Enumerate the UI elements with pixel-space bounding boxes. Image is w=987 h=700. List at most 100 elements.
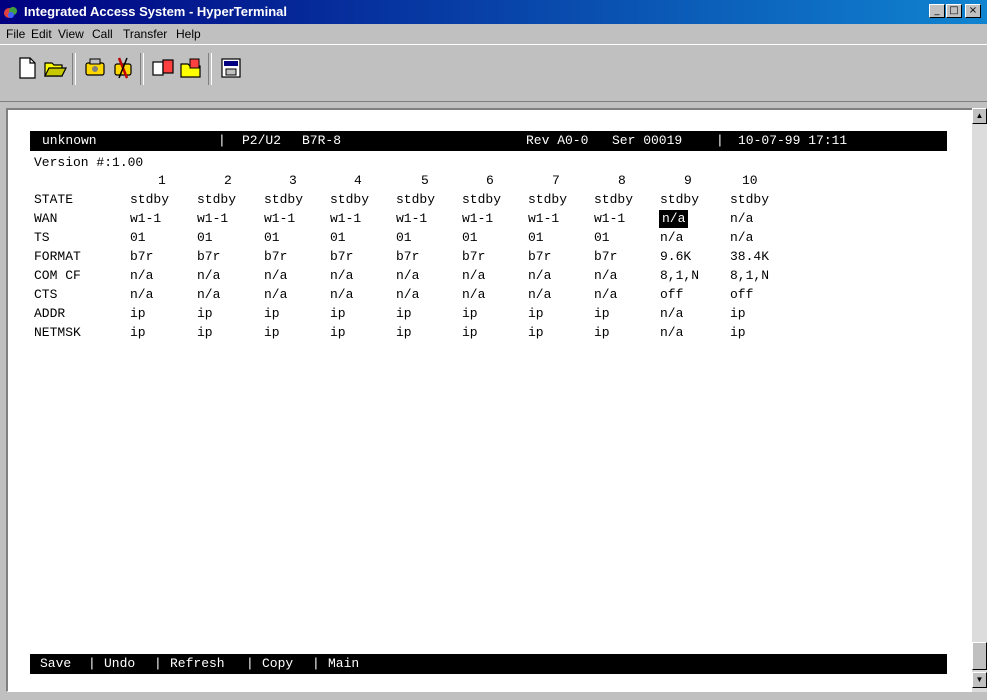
send-icon[interactable] xyxy=(150,55,176,81)
addr-cell[interactable]: ip xyxy=(330,305,346,323)
netmsk-cell[interactable]: ip xyxy=(197,324,213,342)
state-cell[interactable]: stdby xyxy=(660,191,699,209)
com-cf-cell[interactable]: 8,1,N xyxy=(730,267,769,285)
state-cell[interactable]: stdby xyxy=(130,191,169,209)
ts-cell[interactable]: 01 xyxy=(462,229,478,247)
ts-cell[interactable]: 01 xyxy=(130,229,146,247)
cts-cell[interactable]: n/a xyxy=(396,286,419,304)
ts-cell[interactable]: 01 xyxy=(197,229,213,247)
save-command[interactable]: Save xyxy=(40,654,71,674)
state-cell[interactable]: stdby xyxy=(197,191,236,209)
wan-cell[interactable]: w1-1 xyxy=(130,210,161,228)
wan-cell[interactable]: w1-1 xyxy=(330,210,361,228)
main-command[interactable]: Main xyxy=(328,654,359,674)
refresh-command[interactable]: Refresh xyxy=(170,654,225,674)
scroll-thumb[interactable] xyxy=(972,642,987,670)
format-cell[interactable]: b7r xyxy=(462,248,485,266)
com-cf-cell[interactable]: n/a xyxy=(594,267,617,285)
cts-cell[interactable]: n/a xyxy=(462,286,485,304)
ts-cell[interactable]: 01 xyxy=(528,229,544,247)
format-cell[interactable]: b7r xyxy=(264,248,287,266)
scroll-up-button[interactable]: ▲ xyxy=(972,108,987,124)
menu-call[interactable]: Call xyxy=(92,27,113,41)
ts-cell[interactable]: 01 xyxy=(396,229,412,247)
wan-cell[interactable]: w1-1 xyxy=(197,210,228,228)
addr-cell[interactable]: ip xyxy=(528,305,544,323)
ts-cell[interactable]: 01 xyxy=(264,229,280,247)
format-cell[interactable]: b7r xyxy=(330,248,353,266)
netmsk-cell[interactable]: ip xyxy=(330,324,346,342)
menu-view[interactable]: View xyxy=(58,27,84,41)
format-cell[interactable]: b7r xyxy=(197,248,220,266)
disconnect-icon[interactable] xyxy=(110,55,136,81)
menu-edit[interactable]: Edit xyxy=(31,27,52,41)
cts-cell[interactable]: off xyxy=(730,286,753,304)
state-cell[interactable]: stdby xyxy=(396,191,435,209)
state-cell[interactable]: stdby xyxy=(594,191,633,209)
com-cf-cell[interactable]: n/a xyxy=(130,267,153,285)
com-cf-cell[interactable]: n/a xyxy=(462,267,485,285)
menu-transfer[interactable]: Transfer xyxy=(123,27,167,41)
format-cell[interactable]: 38.4K xyxy=(730,248,769,266)
maximize-button[interactable]: □ xyxy=(946,4,962,18)
com-cf-cell[interactable]: n/a xyxy=(197,267,220,285)
menu-help[interactable]: Help xyxy=(176,27,201,41)
wan-cell[interactable]: w1-1 xyxy=(396,210,427,228)
menu-file[interactable]: File xyxy=(6,27,25,41)
state-cell[interactable]: stdby xyxy=(528,191,567,209)
netmsk-cell[interactable]: ip xyxy=(462,324,478,342)
addr-cell[interactable]: ip xyxy=(730,305,746,323)
com-cf-cell[interactable]: n/a xyxy=(396,267,419,285)
wan-cell[interactable]: w1-1 xyxy=(594,210,625,228)
wan-cell[interactable]: w1-1 xyxy=(528,210,559,228)
ts-cell[interactable]: 01 xyxy=(330,229,346,247)
ts-cell[interactable]: n/a xyxy=(660,229,683,247)
new-icon[interactable] xyxy=(14,55,40,81)
close-button[interactable]: × xyxy=(965,4,981,18)
wan-cell-selected[interactable]: n/a xyxy=(659,210,689,228)
state-cell[interactable]: stdby xyxy=(330,191,369,209)
wan-cell[interactable]: w1-1 xyxy=(264,210,295,228)
cts-cell[interactable]: n/a xyxy=(197,286,220,304)
state-cell[interactable]: stdby xyxy=(730,191,769,209)
cts-cell[interactable]: n/a xyxy=(528,286,551,304)
cts-cell[interactable]: n/a xyxy=(130,286,153,304)
com-cf-cell[interactable]: n/a xyxy=(264,267,287,285)
addr-cell[interactable]: ip xyxy=(462,305,478,323)
connect-icon[interactable] xyxy=(82,55,108,81)
format-cell[interactable]: b7r xyxy=(396,248,419,266)
state-cell[interactable]: stdby xyxy=(264,191,303,209)
ts-cell[interactable]: 01 xyxy=(594,229,610,247)
addr-cell[interactable]: ip xyxy=(197,305,213,323)
cts-cell[interactable]: n/a xyxy=(264,286,287,304)
addr-cell[interactable]: ip xyxy=(396,305,412,323)
netmsk-cell[interactable]: n/a xyxy=(660,324,683,342)
undo-command[interactable]: Undo xyxy=(104,654,135,674)
netmsk-cell[interactable]: ip xyxy=(730,324,746,342)
wan-cell[interactable]: n/a xyxy=(730,210,753,228)
netmsk-cell[interactable]: ip xyxy=(594,324,610,342)
format-cell[interactable]: b7r xyxy=(594,248,617,266)
com-cf-cell[interactable]: 8,1,N xyxy=(660,267,699,285)
com-cf-cell[interactable]: n/a xyxy=(330,267,353,285)
addr-cell[interactable]: n/a xyxy=(660,305,683,323)
netmsk-cell[interactable]: ip xyxy=(396,324,412,342)
com-cf-cell[interactable]: n/a xyxy=(528,267,551,285)
format-cell[interactable]: 9.6K xyxy=(660,248,691,266)
state-cell[interactable]: stdby xyxy=(462,191,501,209)
cts-cell[interactable]: n/a xyxy=(330,286,353,304)
format-cell[interactable]: b7r xyxy=(130,248,153,266)
copy-command[interactable]: Copy xyxy=(262,654,293,674)
receive-icon[interactable] xyxy=(178,55,204,81)
netmsk-cell[interactable]: ip xyxy=(130,324,146,342)
wan-cell[interactable]: w1-1 xyxy=(462,210,493,228)
addr-cell[interactable]: ip xyxy=(264,305,280,323)
open-icon[interactable] xyxy=(42,55,68,81)
minimize-button[interactable]: _ xyxy=(929,4,945,18)
scroll-down-button[interactable]: ▼ xyxy=(972,672,987,688)
addr-cell[interactable]: ip xyxy=(594,305,610,323)
netmsk-cell[interactable]: ip xyxy=(264,324,280,342)
properties-icon[interactable] xyxy=(218,55,244,81)
cts-cell[interactable]: off xyxy=(660,286,683,304)
vertical-scrollbar[interactable]: ▲ ▼ xyxy=(972,108,987,692)
